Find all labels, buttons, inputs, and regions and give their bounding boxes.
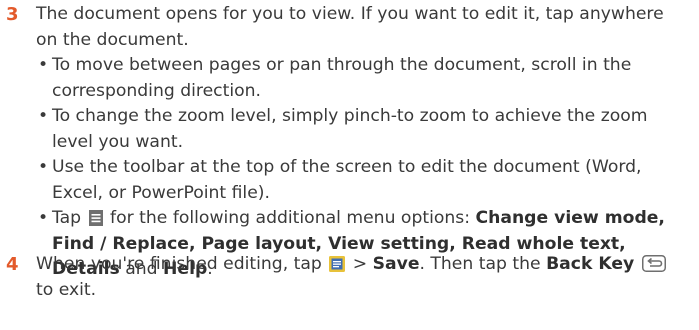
bullet-item: • To change the zoom level, simply pinch… [36,104,688,155]
bullet-text: Use the toolbar at the top of the screen… [52,157,642,203]
bullet-tap: Tap [52,208,82,228]
step-text: The document opens for you to view. If y… [36,4,664,50]
bullet-text: To move between pages or pan through the… [52,55,632,101]
bullet-text: To change the zoom level, simply pinch-t… [52,106,648,152]
step-3: 3 The document opens for you to view. If… [0,2,699,283]
bullet-dot: • [38,157,49,177]
step-number: 4 [6,254,19,275]
step-text: to exit. [36,279,97,300]
menu-icon [88,209,103,226]
document-page: 3 The document opens for you to view. If… [0,0,699,330]
back-key-icon [641,255,666,272]
back-key-label: Back Key [546,254,635,274]
step-text: . Then tap the [419,254,541,274]
save-label: Save [372,254,420,274]
bullet-list: • To move between pages or pan through t… [36,53,688,283]
word-save-icon [329,255,346,272]
bullet-item: • Use the toolbar at the top of the scre… [36,155,688,206]
bullet-item: • To move between pages or pan through t… [36,53,688,104]
bullet-dot: • [38,55,49,75]
step-number: 3 [6,4,19,25]
gt-symbol: > [352,254,368,274]
bullet-dot: • [38,106,49,126]
step-text: When you're finished editing, tap [36,254,322,274]
step-4: 4 When you're finished editing, tap > Sa… [0,252,699,303]
bullet-dot: • [38,208,49,228]
step-body: The document opens for you to view. If y… [36,2,688,283]
bullet-text: for the following additional menu option… [110,208,471,228]
step-body: When you're finished editing, tap > Save… [36,252,688,303]
